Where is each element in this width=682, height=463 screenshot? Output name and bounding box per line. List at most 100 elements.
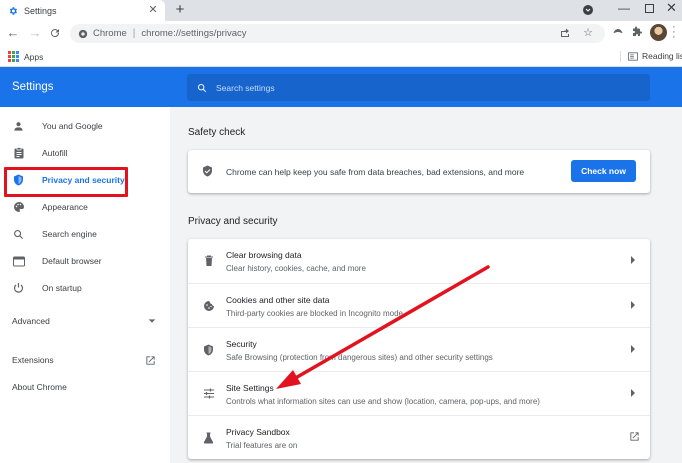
row-subtitle: Third-party cookies are blocked in Incog… [226, 309, 403, 318]
sidebar-item-label: On startup [42, 283, 82, 293]
row-title: Privacy Sandbox [226, 427, 290, 437]
row-subtitle: Trial features are on [226, 441, 298, 450]
profile-avatar[interactable] [650, 24, 667, 41]
reading-list-button[interactable]: Reading list [628, 51, 682, 61]
tab-title: Settings [24, 5, 57, 16]
sidebar-item-autofill[interactable]: Autofill [0, 141, 170, 165]
external-link-icon [145, 355, 156, 366]
row-privacy-sandbox[interactable]: Privacy Sandbox Trial features are on [188, 415, 650, 459]
chevron-right-icon [630, 343, 638, 356]
site-label: Chrome [93, 28, 127, 39]
chevron-right-icon [630, 299, 638, 312]
advanced-label: Advanced [12, 316, 50, 326]
maximize-icon[interactable] [645, 4, 654, 13]
extension-mask-icon[interactable] [612, 26, 624, 38]
clipboard-icon [12, 147, 25, 160]
apps-label: Apps [24, 51, 44, 62]
safety-check-text: Chrome can help keep you safe from data … [226, 167, 525, 177]
browser-toolbar: ← → Chrome | chrome://settings/privacy ☆… [0, 21, 682, 46]
power-icon [12, 282, 25, 295]
row-subtitle: Safe Browsing (protection from dangerous… [226, 353, 493, 362]
trash-icon [202, 254, 215, 267]
chrome-icon [78, 29, 88, 39]
cookie-icon [202, 299, 215, 312]
privacy-section-title: Privacy and security [188, 216, 278, 227]
settings-search[interactable] [187, 74, 650, 101]
sidebar-item-extensions[interactable]: Extensions [0, 348, 170, 372]
privacy-card: Clear browsing data Clear history, cooki… [188, 239, 650, 459]
search-input[interactable] [216, 82, 616, 93]
row-subtitle: Clear history, cookies, cache, and more [226, 264, 366, 273]
sidebar-item-default-browser[interactable]: Default browser [0, 249, 170, 273]
minimize-icon[interactable]: — [618, 1, 630, 15]
sidebar-item-label: Privacy and security [42, 175, 125, 185]
bookmark-star-icon[interactable]: ☆ [583, 27, 593, 39]
chevron-right-icon [630, 387, 638, 400]
row-subtitle: Controls what information sites can use … [226, 397, 540, 406]
safety-check-card: Chrome can help keep you safe from data … [188, 150, 650, 193]
tab-strip: Settings ✕ + — ✕ [0, 0, 682, 21]
sidebar-item-label: Search engine [42, 229, 97, 239]
search-icon [12, 228, 25, 241]
sidebar-item-about-chrome[interactable]: About Chrome [0, 375, 170, 399]
row-title: Cookies and other site data [226, 295, 330, 305]
row-clear-browsing-data[interactable]: Clear browsing data Clear history, cooki… [188, 239, 650, 283]
settings-sidebar: You and Google Autofill Privacy and secu… [0, 107, 170, 463]
sidebar-item-label: Appearance [42, 202, 88, 212]
bookmarks-divider [620, 51, 621, 62]
share-icon[interactable] [559, 27, 571, 39]
external-link-icon[interactable] [629, 431, 640, 442]
gear-icon [8, 6, 18, 16]
back-arrow-icon[interactable]: ← [6, 26, 20, 40]
row-title: Security [226, 339, 257, 349]
sidebar-item-label: You and Google [42, 121, 103, 131]
sidebar-item-label: Default browser [42, 256, 102, 266]
window-close-icon[interactable]: ✕ [666, 0, 677, 16]
row-cookies[interactable]: Cookies and other site data Third-party … [188, 283, 650, 327]
sidebar-item-appearance[interactable]: Appearance [0, 195, 170, 219]
palette-icon [12, 201, 25, 214]
address-bar[interactable]: Chrome | chrome://settings/privacy ☆ [70, 24, 605, 43]
puzzle-icon[interactable] [631, 26, 643, 38]
chevron-right-icon [630, 254, 638, 267]
forward-arrow-icon[interactable]: → [28, 26, 42, 40]
sidebar-item-on-startup[interactable]: On startup [0, 276, 170, 300]
person-icon [12, 120, 25, 133]
bookmarks-bar: Apps Reading list [0, 46, 682, 67]
search-icon [197, 83, 207, 93]
about-label: About Chrome [12, 382, 67, 392]
shield-icon [12, 174, 25, 187]
row-site-settings[interactable]: Site Settings Controls what information … [188, 371, 650, 415]
reading-list-icon [628, 51, 638, 61]
apps-shortcut[interactable]: Apps [8, 51, 43, 62]
sidebar-item-privacy-and-security[interactable]: Privacy and security [0, 168, 170, 192]
row-security[interactable]: Security Safe Browsing (protection from … [188, 327, 650, 371]
tab-close-icon[interactable]: ✕ [147, 4, 159, 16]
chevron-down-icon [148, 318, 156, 324]
tab-search-icon[interactable] [582, 4, 594, 16]
sidebar-item-search-engine[interactable]: Search engine [0, 222, 170, 246]
tab-settings[interactable]: Settings ✕ [0, 0, 165, 21]
reload-icon[interactable] [48, 26, 62, 40]
row-title: Site Settings [226, 383, 274, 393]
check-now-button[interactable]: Check now [571, 160, 636, 182]
settings-header: Settings [0, 67, 682, 107]
sidebar-advanced-toggle[interactable]: Advanced [0, 309, 170, 333]
shield-check-icon [202, 165, 213, 177]
safety-check-title: Safety check [188, 127, 246, 138]
shield-icon [202, 343, 215, 356]
new-tab-button[interactable]: + [173, 2, 187, 18]
browser-icon [12, 255, 25, 268]
sidebar-item-you-and-google[interactable]: You and Google [0, 114, 170, 138]
reading-list-label: Reading list [642, 51, 682, 61]
row-title: Clear browsing data [226, 250, 302, 260]
url-separator: | [132, 28, 136, 39]
url-text[interactable]: chrome://settings/privacy [141, 28, 246, 39]
menu-dots-icon[interactable]: · · · [672, 22, 678, 43]
sliders-icon [202, 387, 215, 400]
apps-grid-icon [8, 51, 19, 62]
flask-icon [202, 431, 215, 444]
page-title: Settings [12, 81, 54, 93]
settings-main: Safety check Chrome can help keep you sa… [170, 107, 682, 463]
sidebar-item-label: Autofill [42, 148, 68, 158]
